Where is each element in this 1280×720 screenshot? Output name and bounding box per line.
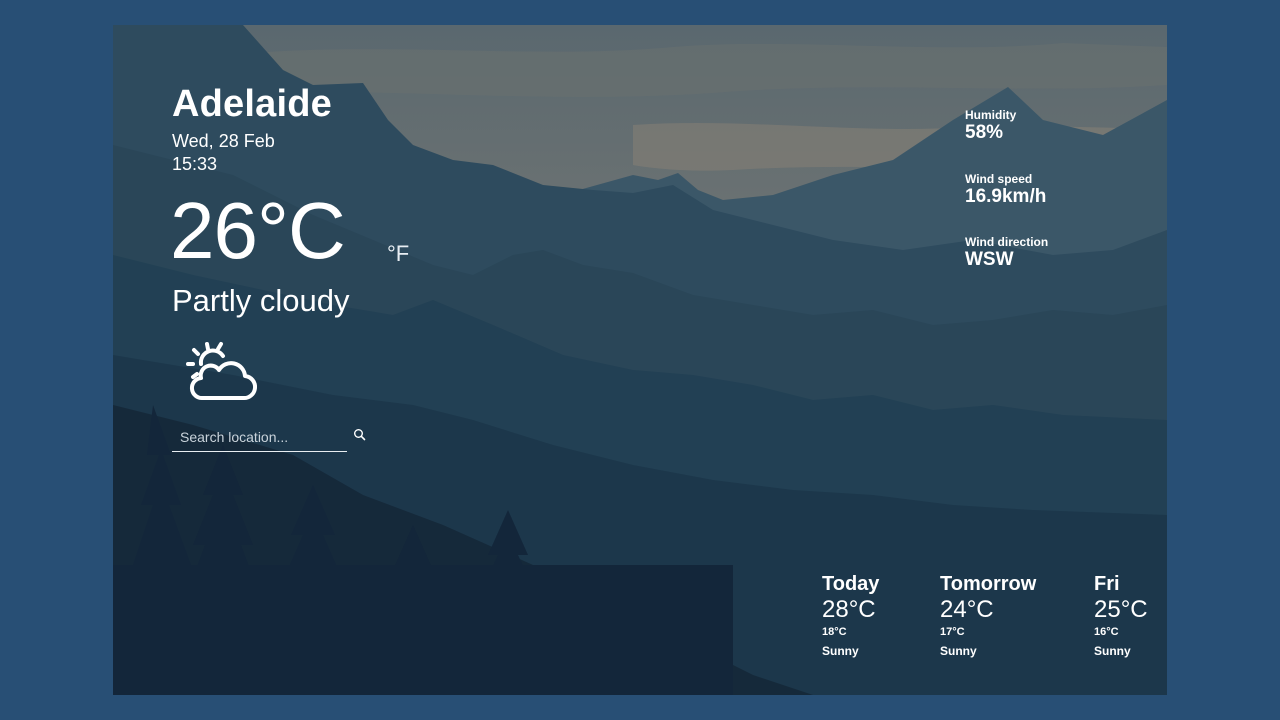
forecast-low: 18°C [822,626,847,638]
forecast-high: 24°C [940,596,994,623]
weather-app-window: Adelaide Wed, 28 Feb 15:33 26°C °F Partl… [113,25,1167,695]
wind-speed-value: 16.9km/h [965,186,1047,207]
current-date: Wed, 28 Feb [172,131,275,151]
forecast-condition: Sunny [822,644,859,658]
wind-speed-label: Wind speed [965,172,1033,186]
forecast-condition: Sunny [940,644,977,658]
forecast-day-tomorrow: Tomorrow 24°C 17°C Sunny [940,573,1036,658]
forecast-day-label: Fri [1094,573,1120,595]
wind-direction-value: WSW [965,249,1014,270]
unit-toggle-button[interactable]: °F [387,241,409,267]
wind-direction-label: Wind direction [965,235,1049,249]
current-condition: Partly cloudy [172,283,350,318]
humidity-label: Humidity [965,108,1017,122]
search-field [172,422,347,452]
forecast-high: 25°C [1094,596,1148,623]
wind-speed-stat: Wind speed 16.9km/h [965,172,1046,208]
partly-cloudy-icon [186,342,257,401]
current-temperature: 26°C [170,186,346,275]
city-name: Adelaide [172,83,332,125]
forecast-day-label: Tomorrow [940,573,1037,595]
search-input[interactable] [178,425,342,449]
forecast-day-fri: Fri 25°C 16°C Sunny [1094,573,1148,658]
forecast-low: 16°C [1094,626,1119,638]
forecast-high: 28°C [822,596,876,623]
wind-direction-stat: Wind direction WSW [965,235,1048,271]
current-time: 15:33 [172,154,218,174]
forecast-condition: Sunny [1094,644,1131,658]
humidity-value: 58% [965,122,1004,143]
humidity-stat: Humidity 58% [965,108,1016,144]
forecast-low: 17°C [940,626,965,638]
forecast-day-today: Today 28°C 18°C Sunny [822,573,879,658]
search-icon[interactable] [353,428,367,442]
forecast-day-label: Today [822,573,880,595]
